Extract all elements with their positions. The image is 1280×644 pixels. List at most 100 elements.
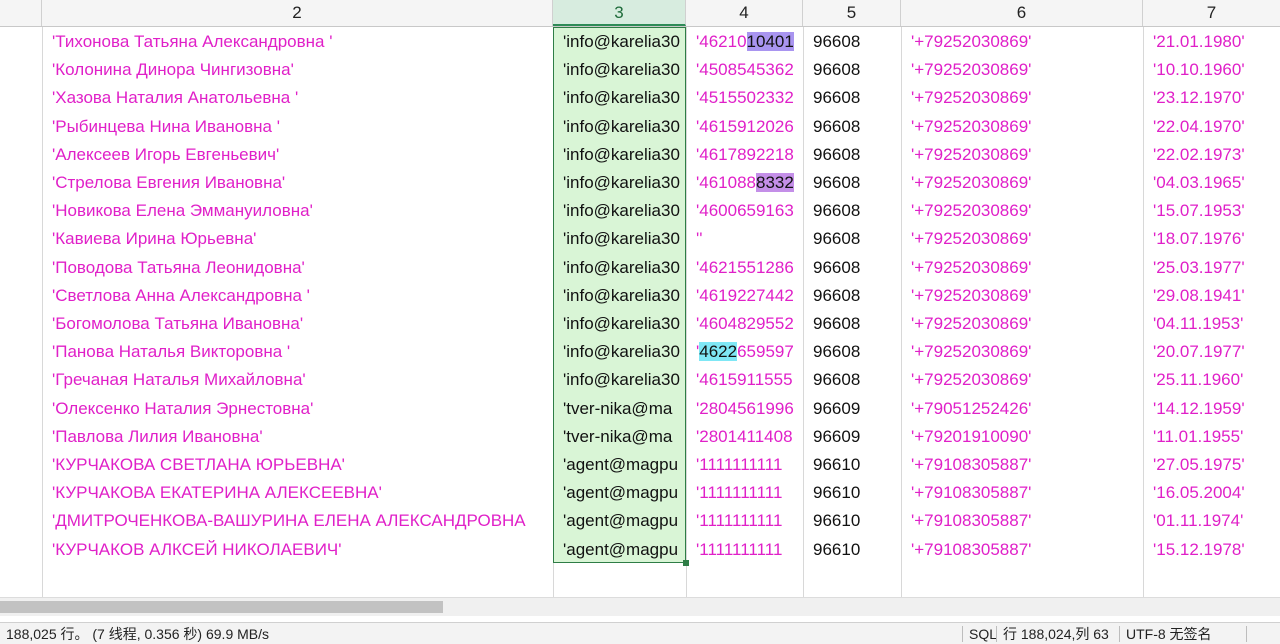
cell-birthdate[interactable]: '15.12.1978' [1143, 536, 1280, 564]
cell-email[interactable]: 'info@karelia30 [553, 141, 686, 169]
cell-phone[interactable]: '+79252030869' [901, 197, 1143, 225]
cell-document[interactable]: '4508545362 [686, 56, 803, 84]
table-row[interactable]: 'Поводова Татьяна Леонидовна''info@karel… [0, 254, 1280, 282]
cell-document[interactable]: '1111111111 [686, 479, 803, 507]
column-header-2[interactable]: 2 [42, 0, 553, 26]
cell-email[interactable]: 'agent@magpu [553, 451, 686, 479]
cell-code[interactable]: 96608 [803, 113, 901, 141]
cell-phone[interactable]: '+79252030869' [901, 113, 1143, 141]
data-grid[interactable]: 'Тихонова Татьяна Александровна ''info@k… [0, 27, 1280, 597]
cell-document[interactable]: '4621010401 [686, 28, 803, 56]
cell-document[interactable]: '2804561996 [686, 395, 803, 423]
cell-document[interactable]: '4515502332 [686, 84, 803, 112]
cell-phone[interactable]: '+79252030869' [901, 254, 1143, 282]
cell-code[interactable]: 96610 [803, 536, 901, 564]
cell-email[interactable]: 'agent@magpu [553, 536, 686, 564]
cell-email[interactable]: 'info@karelia30 [553, 113, 686, 141]
cell-birthdate[interactable]: '04.03.1965' [1143, 169, 1280, 197]
table-row[interactable]: 'Колонина Динора Чингизовна''info@kareli… [0, 56, 1280, 84]
status-encoding[interactable]: UTF-8 无签名 [1120, 623, 1218, 644]
column-header-7[interactable]: 7 [1143, 0, 1280, 26]
cell-name[interactable]: 'КУРЧАКОВ АЛКСЕЙ НИКОЛАЕВИЧ' [42, 536, 553, 564]
cell-birthdate[interactable]: '11.01.1955' [1143, 423, 1280, 451]
table-row[interactable]: 'ДМИТРОЧЕНКОВА-ВАШУРИНА ЕЛЕНА АЛЕКСАНДРО… [0, 507, 1280, 535]
cell-email[interactable]: 'info@karelia30 [553, 310, 686, 338]
cell-document[interactable]: '' [686, 225, 803, 253]
horizontal-scrollbar[interactable] [0, 597, 1280, 616]
cell-document[interactable]: '4610888332 [686, 169, 803, 197]
cell-document[interactable]: '1111111111 [686, 507, 803, 535]
column-header-5[interactable]: 5 [803, 0, 901, 26]
table-row[interactable]: 'КУРЧАКОВА СВЕТЛАНА ЮРЬЕВНА''agent@magpu… [0, 451, 1280, 479]
cell-document[interactable]: '4621551286 [686, 254, 803, 282]
column-header-6[interactable]: 6 [901, 0, 1143, 26]
table-row[interactable]: 'Кавиева Ирина Юрьевна''info@karelia30 ''… [0, 225, 1280, 253]
cell-birthdate[interactable]: '14.12.1959' [1143, 395, 1280, 423]
table-row[interactable]: 'Хазова Наталия Анатольевна ''info@karel… [0, 84, 1280, 112]
cell-name[interactable]: 'КУРЧАКОВА ЕКАТЕРИНА АЛЕКСЕЕВНА' [42, 479, 553, 507]
cell-code[interactable]: 96609 [803, 423, 901, 451]
cell-birthdate[interactable]: '20.07.1977' [1143, 338, 1280, 366]
table-row[interactable]: 'Тихонова Татьяна Александровна ''info@k… [0, 28, 1280, 56]
cell-phone[interactable]: '+79252030869' [901, 84, 1143, 112]
cell-phone[interactable]: '+79252030869' [901, 282, 1143, 310]
cell-birthdate[interactable]: '25.11.1960' [1143, 366, 1280, 394]
horizontal-scrollbar-thumb[interactable] [0, 601, 443, 613]
column-header-3[interactable]: 3 [553, 0, 686, 26]
cell-name[interactable]: 'Рыбинцева Нина Ивановна ' [42, 113, 553, 141]
cell-document[interactable]: '4622659597 [686, 338, 803, 366]
cell-birthdate[interactable]: '04.11.1953' [1143, 310, 1280, 338]
cell-email[interactable]: 'info@karelia30 [553, 169, 686, 197]
cell-document[interactable]: '4615912026 [686, 113, 803, 141]
cell-phone[interactable]: '+79108305887' [901, 507, 1143, 535]
cell-name[interactable]: 'Новикова Елена Эммануиловна' [42, 197, 553, 225]
cell-name[interactable]: 'Павлова Лилия Ивановна' [42, 423, 553, 451]
cell-code[interactable]: 96608 [803, 225, 901, 253]
cell-code[interactable]: 96608 [803, 56, 901, 84]
table-row[interactable]: 'Стрелова Евгения Ивановна''info@karelia… [0, 169, 1280, 197]
cell-email[interactable]: 'info@karelia30 [553, 366, 686, 394]
cell-document[interactable]: '4604829552 [686, 310, 803, 338]
cell-phone[interactable]: '+79201910090' [901, 423, 1143, 451]
cell-phone[interactable]: '+79252030869' [901, 366, 1143, 394]
cell-email[interactable]: 'info@karelia30 [553, 225, 686, 253]
cell-birthdate[interactable]: '10.10.1960' [1143, 56, 1280, 84]
cell-phone[interactable]: '+79252030869' [901, 56, 1143, 84]
cell-birthdate[interactable]: '15.07.1953' [1143, 197, 1280, 225]
cell-name[interactable]: 'КУРЧАКОВА СВЕТЛАНА ЮРЬЕВНА' [42, 451, 553, 479]
table-row[interactable]: 'Павлова Лилия Ивановна''tver-nika@ma '28… [0, 423, 1280, 451]
table-row[interactable]: 'Богомолова Татьяна Ивановна''info@karel… [0, 310, 1280, 338]
table-row[interactable]: 'Гречаная Наталья Михайловна''info@karel… [0, 366, 1280, 394]
cell-code[interactable]: 96610 [803, 451, 901, 479]
column-header-rownum[interactable] [0, 0, 42, 26]
cell-code[interactable]: 96608 [803, 28, 901, 56]
table-row[interactable]: 'Алексеев Игорь Евгеньевич''info@karelia… [0, 141, 1280, 169]
cell-email[interactable]: 'info@karelia30 [553, 197, 686, 225]
table-row[interactable]: 'КУРЧАКОВ АЛКСЕЙ НИКОЛАЕВИЧ''agent@magpu… [0, 536, 1280, 564]
cell-birthdate[interactable]: '27.05.1975' [1143, 451, 1280, 479]
cell-name[interactable]: 'Поводова Татьяна Леонидовна' [42, 254, 553, 282]
cell-birthdate[interactable]: '21.01.1980' [1143, 28, 1280, 56]
cell-name[interactable]: 'Алексеев Игорь Евгеньевич' [42, 141, 553, 169]
cell-document[interactable]: '4619227442 [686, 282, 803, 310]
cell-name[interactable]: 'Кавиева Ирина Юрьевна' [42, 225, 553, 253]
cell-document[interactable]: '2801411408 [686, 423, 803, 451]
cell-phone[interactable]: '+79108305887' [901, 479, 1143, 507]
cell-phone[interactable]: '+79108305887' [901, 451, 1143, 479]
cell-name[interactable]: 'Богомолова Татьяна Ивановна' [42, 310, 553, 338]
cell-code[interactable]: 96608 [803, 141, 901, 169]
cell-code[interactable]: 96608 [803, 310, 901, 338]
cell-birthdate[interactable]: '22.04.1970' [1143, 113, 1280, 141]
column-header-4[interactable]: 4 [686, 0, 803, 26]
cell-phone[interactable]: '+79252030869' [901, 28, 1143, 56]
cell-document[interactable]: '4600659163 [686, 197, 803, 225]
cell-email[interactable]: 'agent@magpu [553, 507, 686, 535]
cell-code[interactable]: 96608 [803, 338, 901, 366]
cell-code[interactable]: 96610 [803, 479, 901, 507]
cell-name[interactable]: 'Тихонова Татьяна Александровна ' [42, 28, 553, 56]
cell-email[interactable]: 'info@karelia30 [553, 56, 686, 84]
status-cursor-position[interactable]: 行 188,024,列 63 [997, 623, 1115, 644]
cell-name[interactable]: 'Панова Наталья Викторовна ' [42, 338, 553, 366]
table-row[interactable]: 'Панова Наталья Викторовна ''info@kareli… [0, 338, 1280, 366]
cell-code[interactable]: 96610 [803, 507, 901, 535]
